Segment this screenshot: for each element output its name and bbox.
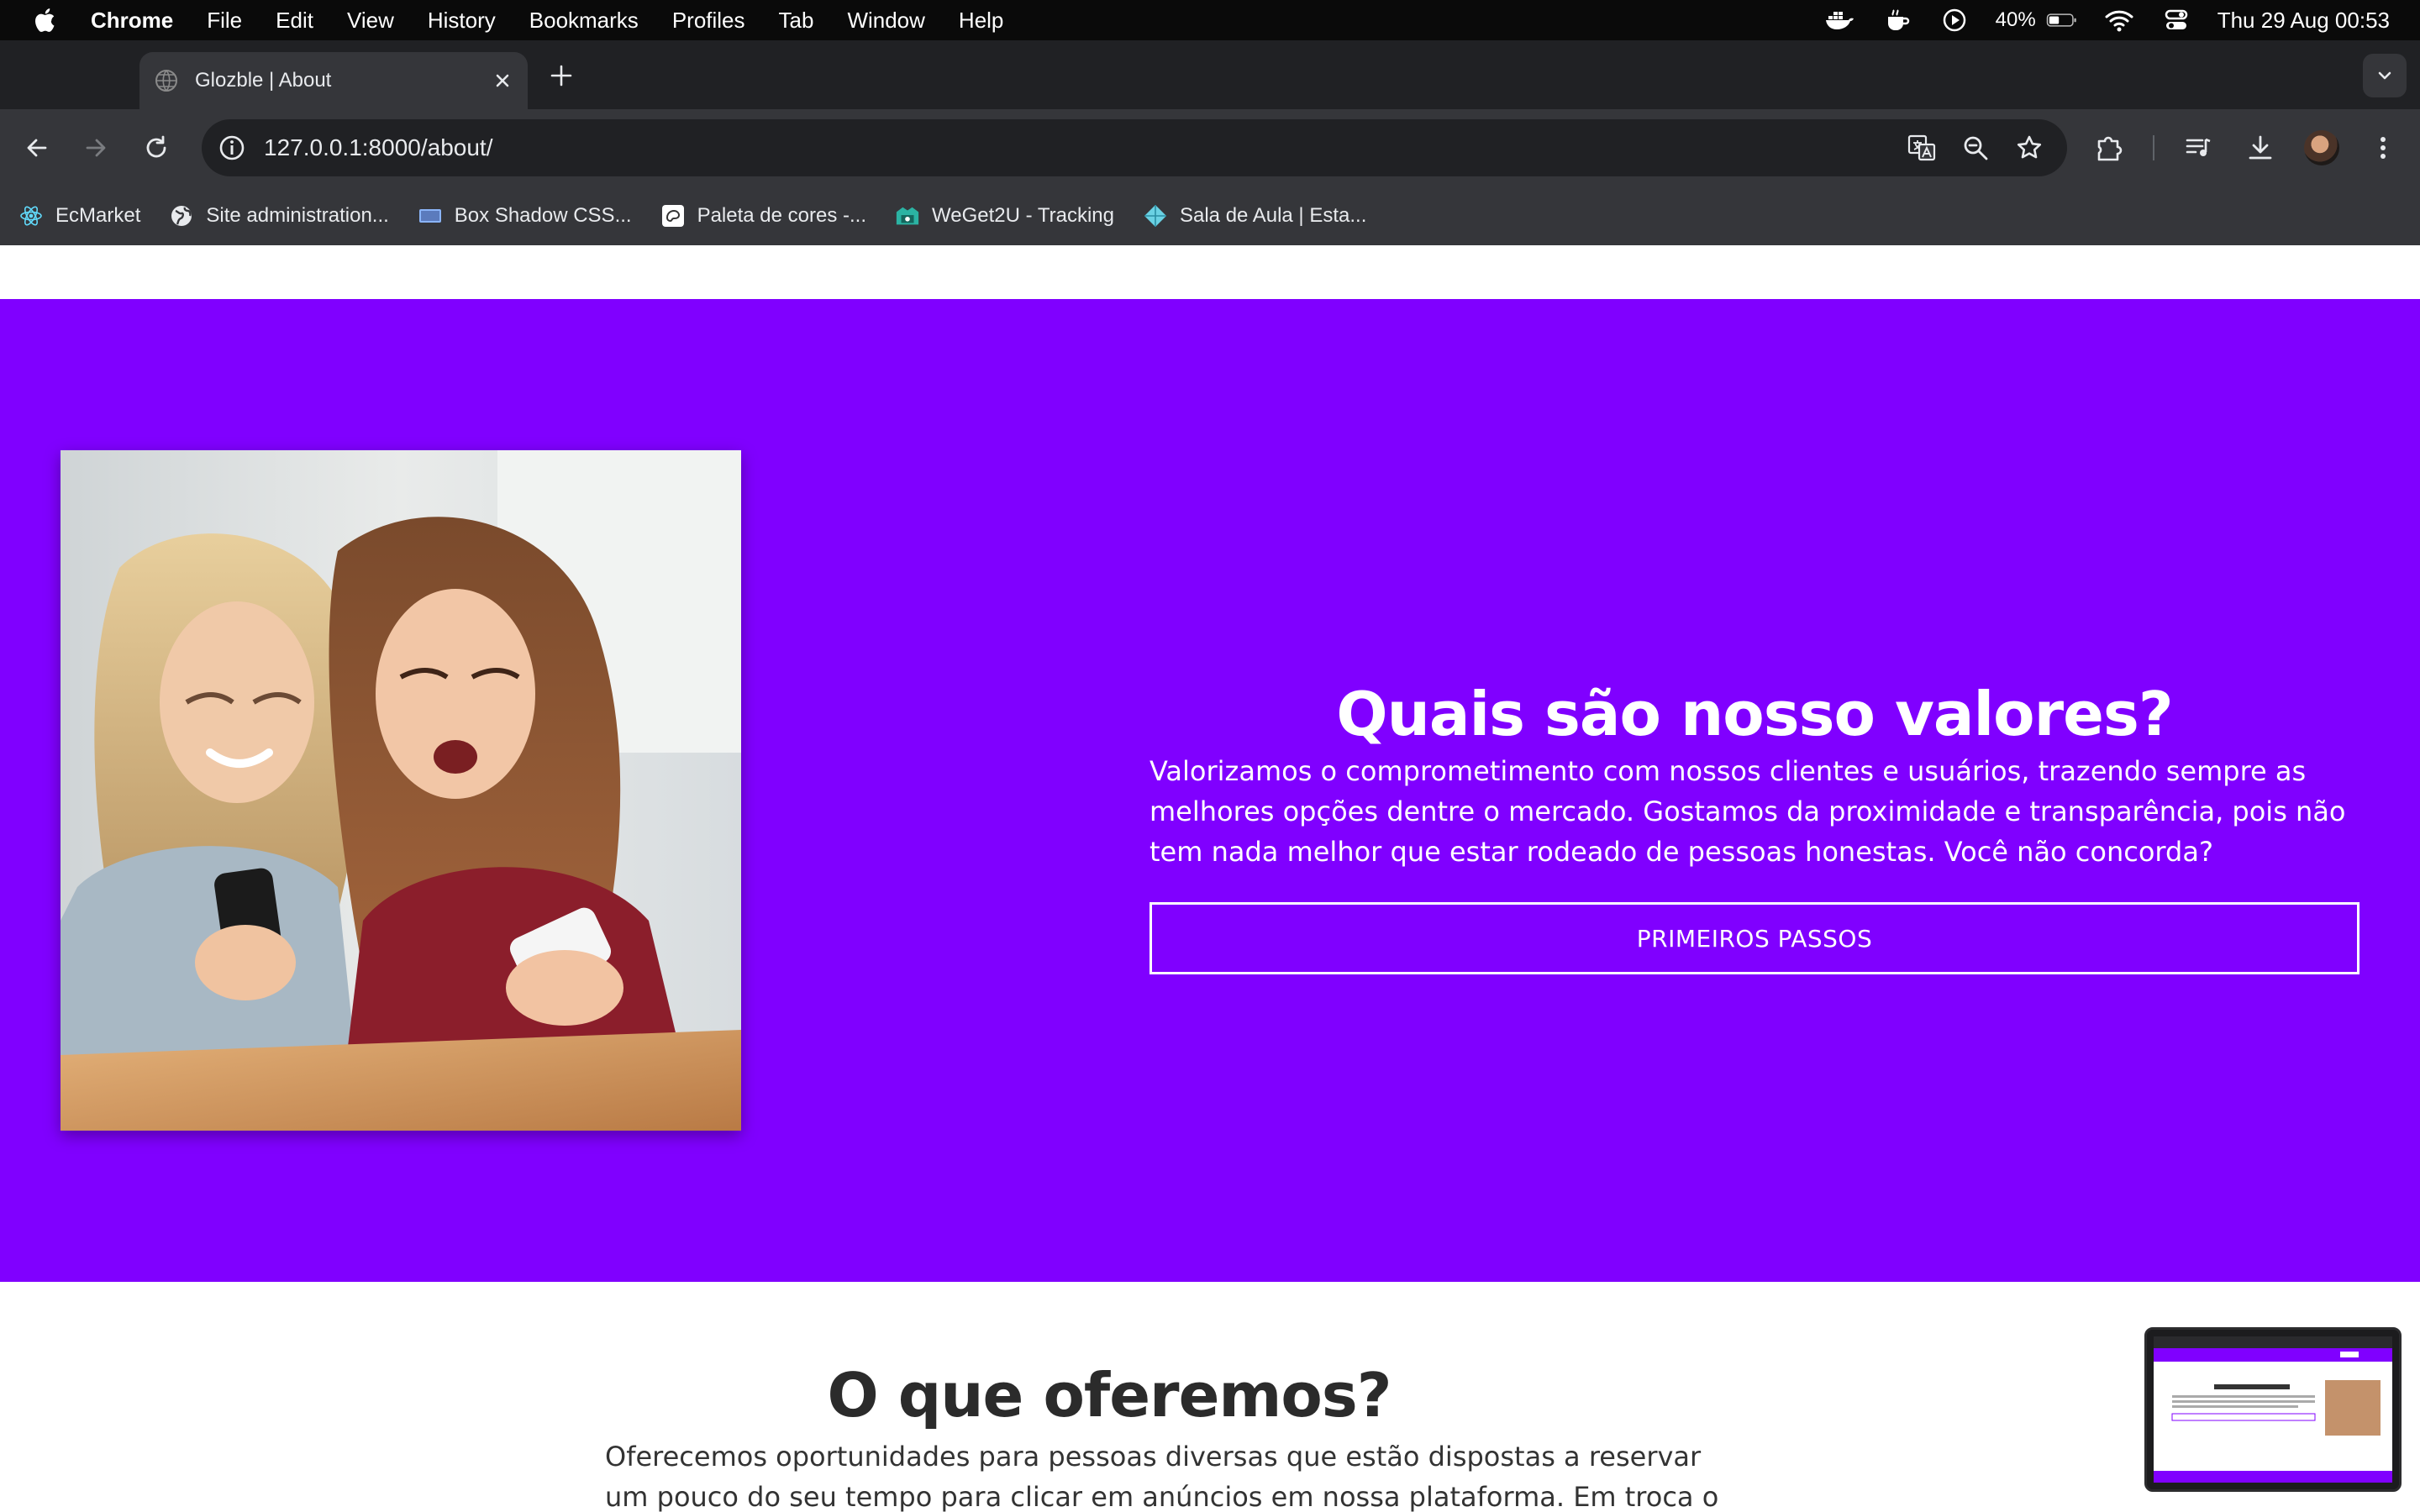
bookmark-box-shadow-css[interactable]: Box Shadow CSS... xyxy=(418,203,632,228)
globe-icon xyxy=(169,203,194,228)
profile-avatar[interactable] xyxy=(2304,130,2339,165)
omnibox-actions xyxy=(1906,132,2045,164)
box-shadow-icon xyxy=(418,203,443,228)
play-circle-icon[interactable] xyxy=(1939,8,1970,33)
menu-edit[interactable]: Edit xyxy=(276,8,313,34)
forward-arrow-icon[interactable] xyxy=(77,129,114,166)
menu-help[interactable]: Help xyxy=(959,8,1003,34)
offer-paragraph: Oferecemos oportunidades para pessoas di… xyxy=(605,1441,1719,1512)
address-bar[interactable]: 127.0.0.1:8000/about/ xyxy=(202,119,2067,176)
values-section: Quais são nosso valores? Valorizamos o c… xyxy=(0,299,2420,1282)
chrome-toolbar: 127.0.0.1:8000/about/ xyxy=(0,109,2420,186)
bookmark-label: WeGet2U - Tracking xyxy=(932,204,1114,227)
menu-bookmarks[interactable]: Bookmarks xyxy=(529,8,639,34)
page-viewport: Quais são nosso valores? Valorizamos o c… xyxy=(0,245,2420,1512)
bookmark-label: Site administration... xyxy=(206,204,389,227)
chrome-tab-strip: Glozble | About xyxy=(0,40,2420,109)
weget-icon xyxy=(895,203,920,228)
bookmark-label: EcMarket xyxy=(55,204,141,227)
tab-title: Glozble | About xyxy=(195,69,332,92)
bookmark-label: Box Shadow CSS... xyxy=(454,204,632,227)
values-heading: Quais são nosso valores? xyxy=(1336,679,2173,749)
two-women-phones-photo xyxy=(60,450,741,1131)
media-queue-icon[interactable] xyxy=(2180,129,2217,166)
offer-heading: O que oferemos? xyxy=(827,1360,1392,1431)
control-center-icon[interactable] xyxy=(2160,8,2192,33)
tab-close-icon[interactable] xyxy=(487,66,518,96)
kebab-menu-icon[interactable] xyxy=(2365,129,2402,166)
values-text-block: Quais são nosso valores? Valorizamos o c… xyxy=(1150,677,2360,974)
menu-app-name[interactable]: Chrome xyxy=(91,8,173,34)
menubar-clock[interactable]: Thu 29 Aug 00:53 xyxy=(2217,8,2390,34)
bookmark-label: Paleta de cores -... xyxy=(697,204,867,227)
menubar-status-area: 40% Thu 29 Aug 00:53 xyxy=(1824,0,2390,40)
screen-share-preview-thumbnail[interactable] xyxy=(2144,1327,2402,1492)
apple-logo-icon[interactable] xyxy=(32,6,60,34)
diamond-icon xyxy=(1143,203,1168,228)
bookmark-label: Sala de Aula | Esta... xyxy=(1179,204,1367,227)
toolbar-divider xyxy=(2153,135,2154,160)
coffee-cup-icon[interactable] xyxy=(1881,8,1913,33)
reload-icon[interactable] xyxy=(138,129,175,166)
react-icon xyxy=(18,203,44,228)
new-tab-plus-icon[interactable] xyxy=(544,59,578,92)
menu-window[interactable]: Window xyxy=(847,8,924,34)
translate-icon[interactable] xyxy=(1906,132,1938,164)
toolbar-right-actions xyxy=(2091,126,2402,170)
wifi-icon[interactable] xyxy=(2103,8,2135,33)
tab-glozble-about[interactable]: Glozble | About xyxy=(139,52,528,109)
palette-icon xyxy=(660,203,686,228)
bookmark-paleta-de-cores[interactable]: Paleta de cores -... xyxy=(660,203,866,228)
values-paragraph: Valorizamos o comprometimento com nossos… xyxy=(1150,755,2346,868)
globe-favicon-icon xyxy=(155,70,177,92)
site-info-icon[interactable] xyxy=(217,133,247,163)
menu-history[interactable]: History xyxy=(428,8,496,34)
primeiros-passos-button[interactable]: PRIMEIROS PASSOS xyxy=(1150,902,2360,974)
menu-profiles[interactable]: Profiles xyxy=(672,8,745,34)
zoom-magnifier-icon[interactable] xyxy=(1960,132,1991,164)
bookmarks-bar: EcMarket Site administration... Box Shad… xyxy=(0,186,2420,245)
bookmark-site-administration[interactable]: Site administration... xyxy=(169,203,389,228)
back-arrow-icon[interactable] xyxy=(18,129,55,166)
offer-section: O que oferemos? Oferecemos oportunidades… xyxy=(0,1282,2420,1512)
bookmark-weget2u-tracking[interactable]: WeGet2U - Tracking xyxy=(895,203,1114,228)
url-text[interactable]: 127.0.0.1:8000/about/ xyxy=(264,134,1906,161)
menu-tab[interactable]: Tab xyxy=(779,8,814,34)
docker-icon[interactable] xyxy=(1824,8,1856,33)
battery-icon[interactable] xyxy=(2046,8,2078,33)
menu-file[interactable]: File xyxy=(207,8,242,34)
battery-percent: 40% xyxy=(1995,8,2036,31)
extensions-puzzle-icon[interactable] xyxy=(2091,129,2128,166)
bookmark-star-icon[interactable] xyxy=(2013,132,2045,164)
bookmark-ecmarket[interactable]: EcMarket xyxy=(18,203,140,228)
bookmark-sala-de-aula[interactable]: Sala de Aula | Esta... xyxy=(1143,203,1366,228)
download-icon[interactable] xyxy=(2242,129,2279,166)
macos-menu-bar: Chrome File Edit View History Bookmarks … xyxy=(0,0,2420,40)
tab-search-chevron-down-icon[interactable] xyxy=(2363,54,2407,97)
menu-view[interactable]: View xyxy=(347,8,394,34)
